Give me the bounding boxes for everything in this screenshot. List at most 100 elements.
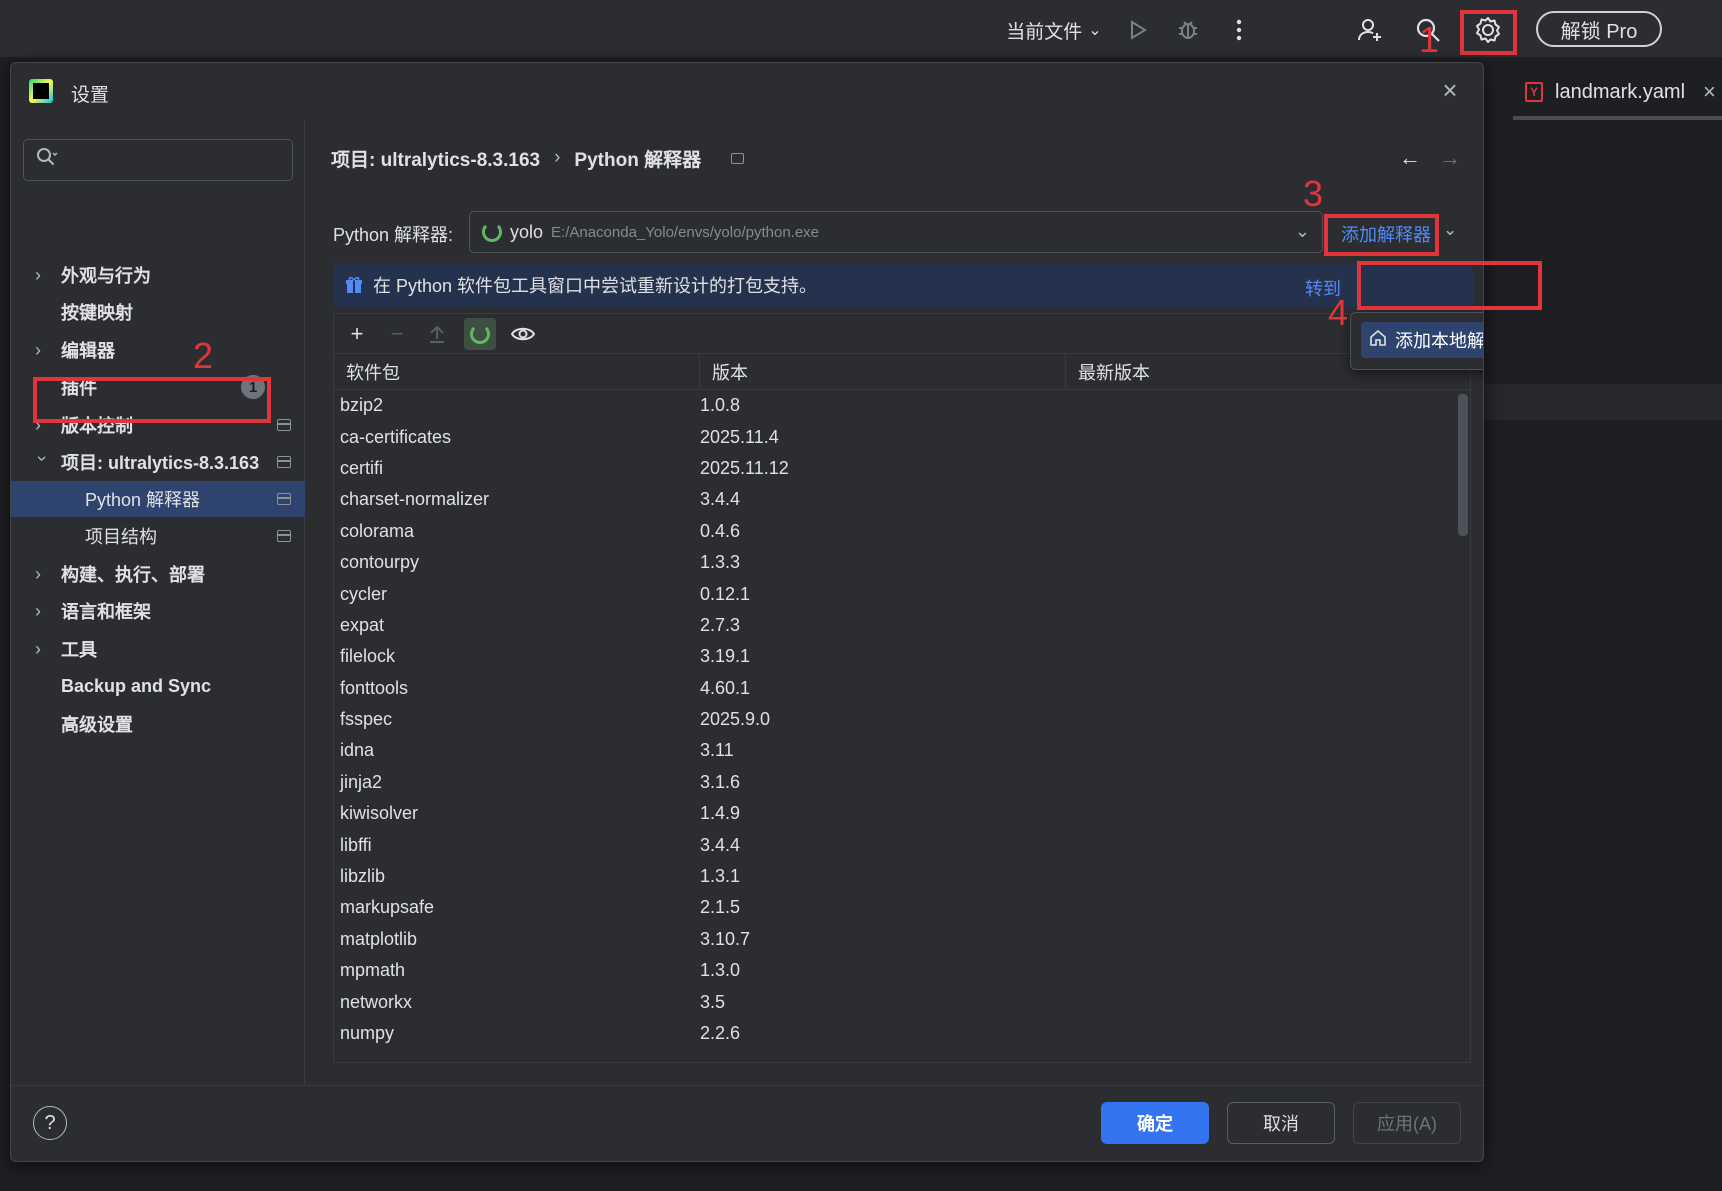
sidebar-item-label: 编辑器	[61, 341, 115, 361]
sidebar-item-appearance[interactable]: › 外观与行为	[11, 257, 305, 293]
annotation-4: 4	[1328, 292, 1349, 333]
cancel-button[interactable]: 取消	[1227, 1102, 1335, 1144]
table-row[interactable]: mpmath 1.3.0	[334, 955, 1470, 986]
sidebar-item-label: 外观与行为	[61, 266, 151, 286]
package-version-cell: 3.4.4	[700, 834, 741, 855]
sidebar-item-label: 语言和框架	[61, 602, 151, 622]
table-row[interactable]: matplotlib 3.10.7	[334, 924, 1470, 955]
run-icon[interactable]	[1120, 12, 1156, 48]
sidebar-item-label: 项目: ultralytics-8.3.163	[61, 453, 260, 473]
package-version-cell: 2025.11.4	[700, 426, 779, 447]
editor-tab[interactable]: Y landmark.yaml ×	[1525, 74, 1716, 110]
table-row[interactable]: bzip2 1.0.8	[334, 390, 1470, 421]
sidebar-item-build[interactable]: › 构建、执行、部署	[11, 556, 305, 592]
package-version-cell: 0.12.1	[700, 583, 751, 604]
table-row[interactable]: markupsafe 2.1.5	[334, 892, 1470, 923]
table-row[interactable]: contourpy 1.3.3	[334, 547, 1470, 578]
chevron-down-icon[interactable]: ⌄	[1443, 220, 1457, 240]
interpreter-path: E:/Anaconda_Yolo/envs/yolo/python.exe	[551, 223, 820, 241]
annotation-1: 1	[1419, 19, 1440, 60]
add-local-interpreter-menu-item[interactable]: 添加本地解释器...	[1361, 322, 1483, 358]
package-name-cell: matplotlib	[340, 928, 418, 949]
package-name-cell: bzip2	[340, 395, 384, 416]
ok-button[interactable]: 确定	[1101, 1102, 1209, 1144]
project-scope-icon	[277, 419, 291, 431]
chevron-right-icon: ›	[35, 339, 41, 360]
close-icon[interactable]: ×	[1703, 79, 1716, 105]
package-version-cell: 3.5	[700, 991, 726, 1012]
help-button[interactable]: ?	[33, 1106, 67, 1140]
table-row[interactable]: libzlib 1.3.1	[334, 861, 1470, 892]
sidebar-item-project-structure[interactable]: 项目结构	[11, 518, 305, 554]
package-name-cell: cycler	[340, 583, 388, 604]
sidebar-item-plugins[interactable]: 插件 1	[11, 369, 305, 405]
sidebar-item-editor[interactable]: › 编辑器	[11, 332, 305, 368]
table-row[interactable]: colorama 0.4.6	[334, 516, 1470, 547]
sidebar-item-label: 项目结构	[85, 527, 157, 547]
apply-button[interactable]: 应用(A)	[1353, 1102, 1461, 1144]
table-scrollbar[interactable]	[1458, 394, 1468, 536]
interpreter-select[interactable]: yolo E:/Anaconda_Yolo/envs/yolo/python.e…	[469, 211, 1323, 253]
package-version-cell: 2025.9.0	[700, 709, 771, 730]
show-early-releases-icon[interactable]	[510, 321, 536, 347]
unlock-pro-button[interactable]: 解锁 Pro	[1536, 11, 1662, 47]
upgrade-package-icon[interactable]	[424, 321, 450, 347]
add-user-icon[interactable]	[1352, 12, 1388, 48]
sidebar-item-advanced[interactable]: 高级设置	[11, 706, 305, 742]
sidebar-item-vcs[interactable]: › 版本控制	[11, 407, 305, 443]
package-name-cell: idna	[340, 740, 375, 761]
table-row[interactable]: libffi 3.4.4	[334, 829, 1470, 860]
chevron-down-icon: ›	[32, 455, 53, 461]
sidebar-item-tools[interactable]: › 工具	[11, 631, 305, 667]
add-interpreter-popup: 添加本地解释器...	[1350, 312, 1483, 370]
settings-icon[interactable]	[1470, 12, 1506, 48]
table-row[interactable]: fonttools 4.60.1	[334, 673, 1470, 704]
debug-icon[interactable]	[1170, 12, 1206, 48]
package-version-cell: 2.7.3	[700, 614, 741, 635]
table-row[interactable]: fsspec 2025.9.0	[334, 704, 1470, 735]
home-icon	[1369, 329, 1387, 352]
table-row[interactable]: filelock 3.19.1	[334, 641, 1470, 672]
column-header-version[interactable]: 版本	[700, 354, 1066, 390]
add-interpreter-button[interactable]: 添加解释器	[1341, 221, 1431, 247]
back-arrow-icon[interactable]: ←	[1399, 145, 1421, 171]
packages-table-header: 软件包 版本 最新版本	[334, 354, 1470, 390]
forward-arrow-icon[interactable]: →	[1439, 145, 1461, 171]
table-row[interactable]: jinja2 3.1.6	[334, 767, 1470, 798]
sidebar-item-label: 高级设置	[61, 715, 133, 735]
table-row[interactable]: expat 2.7.3	[334, 610, 1470, 641]
package-name-cell: colorama	[340, 520, 415, 541]
sidebar-item-languages[interactable]: › 语言和框架	[11, 593, 305, 629]
remove-package-icon[interactable]: −	[384, 321, 410, 347]
packages-panel: + − 软件包 版本 最新版本 bzip2 1.0.8 ca-certificate…	[333, 313, 1471, 1063]
breadcrumb: 项目: ultralytics-8.3.163 › Python 解释器	[331, 143, 745, 173]
table-row[interactable]: cycler 0.12.1	[334, 578, 1470, 609]
table-row[interactable]: kiwisolver 1.4.9	[334, 798, 1470, 829]
add-package-icon[interactable]: +	[344, 321, 370, 347]
sidebar-item-backup-sync[interactable]: Backup and Sync	[11, 668, 305, 704]
package-name-cell: expat	[340, 614, 385, 635]
editor-background	[1484, 58, 1722, 1191]
package-version-cell: 0.4.6	[700, 520, 741, 541]
sidebar-item-keymap[interactable]: 按键映射	[11, 294, 305, 330]
table-row[interactable]: ca-certificates 2025.11.4	[334, 421, 1470, 452]
run-config-label: 当前文件	[1006, 21, 1083, 43]
run-config-selector[interactable]: 当前文件 ⌄	[998, 12, 1110, 48]
table-row[interactable]: certifi 2025.11.12	[334, 453, 1470, 484]
settings-sidebar: › 外观与行为 按键映射 › 编辑器 插件 1 › 版本控制 › 项目: ult…	[11, 121, 305, 1085]
search-input[interactable]	[23, 139, 293, 181]
refresh-icon[interactable]	[464, 317, 496, 350]
sidebar-item-project[interactable]: › 项目: ultralytics-8.3.163	[11, 444, 305, 480]
breadcrumb-project[interactable]: 项目: ultralytics-8.3.163	[331, 145, 540, 172]
package-version-cell: 1.3.3	[700, 552, 741, 573]
sidebar-item-python-interpreter[interactable]: Python 解释器	[11, 481, 305, 517]
info-banner: 在 Python 软件包工具窗口中尝试重新设计的打包支持。 转到	[333, 263, 1473, 307]
packages-table-body: bzip2 1.0.8 ca-certificates 2025.11.4 certif…	[334, 390, 1470, 1062]
more-icon[interactable]	[1221, 12, 1257, 48]
table-row[interactable]: idna 3.11	[334, 735, 1470, 766]
table-row[interactable]: networkx 3.5	[334, 986, 1470, 1017]
close-icon[interactable]: ×	[1435, 75, 1465, 105]
table-row[interactable]: numpy 2.2.6	[334, 1018, 1470, 1049]
column-header-package[interactable]: 软件包	[334, 354, 700, 390]
table-row[interactable]: charset-normalizer 3.4.4	[334, 484, 1470, 515]
